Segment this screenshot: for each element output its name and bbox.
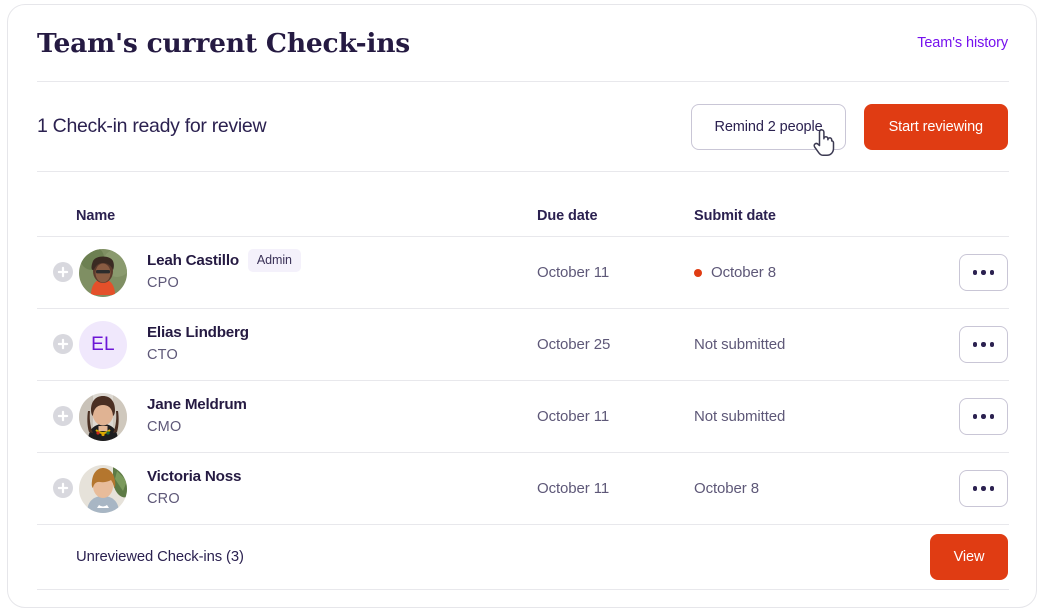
more-options-icon xyxy=(981,486,986,491)
start-reviewing-button[interactable]: Start reviewing xyxy=(863,103,1008,150)
subheader-actions: Remind 2 people Start reviewing xyxy=(691,103,1008,150)
person-name: Leah Castillo xyxy=(147,251,239,269)
review-count-label: 1 Check-in ready for review xyxy=(37,115,267,137)
cell-submit-date: Not submitted xyxy=(694,336,785,353)
table-row[interactable]: Jane Meldrum CMO October 11 Not submitte… xyxy=(8,380,1036,452)
person-name-line: Victoria Noss xyxy=(147,466,241,486)
submit-date-text: October 8 xyxy=(711,264,776,281)
more-options-icon xyxy=(989,270,995,275)
cell-submit-date: October 8 xyxy=(694,264,776,281)
person-info: Victoria Noss CRO xyxy=(147,466,241,508)
avatar xyxy=(79,465,127,513)
more-options-icon xyxy=(989,342,995,347)
cell-due-date: October 25 xyxy=(537,336,611,353)
person-role: CPO xyxy=(147,275,180,291)
remind-people-button[interactable]: Remind 2 people xyxy=(691,103,846,150)
avatar xyxy=(79,249,127,297)
person-name: Elias Lindberg xyxy=(147,323,249,341)
card-footer: Unreviewed Check-ins (3) View xyxy=(8,524,1036,589)
avatar xyxy=(79,393,127,441)
table-row[interactable]: Victoria Noss CRO October 11 October 8 xyxy=(8,452,1036,524)
plus-circle-icon[interactable] xyxy=(53,334,73,354)
unreviewed-checkins-label: Unreviewed Check-ins (3) xyxy=(76,548,244,565)
avatar: EL xyxy=(79,321,127,369)
person-name-line: Leah Castillo Admin xyxy=(147,248,301,272)
person-role: CRO xyxy=(147,491,180,507)
table-header: Name Due date Submit date xyxy=(8,172,1036,236)
cell-submit-date: October 8 xyxy=(694,480,759,497)
divider-footer xyxy=(37,589,1009,590)
more-options-icon xyxy=(972,414,978,419)
plus-circle-icon[interactable] xyxy=(53,478,73,498)
cell-due-date: October 11 xyxy=(537,480,610,497)
team-history-link[interactable]: Team's history xyxy=(917,35,1008,51)
column-header-name: Name xyxy=(76,208,116,224)
person-name-line: Elias Lindberg xyxy=(147,322,249,342)
subheader-bar: 1 Check-in ready for review Remind 2 peo… xyxy=(8,82,1036,171)
more-options-button[interactable] xyxy=(959,470,1008,507)
person-name: Jane Meldrum xyxy=(147,395,247,413)
more-options-icon xyxy=(989,414,995,419)
checkins-card: Team's current Check-ins Team's history … xyxy=(7,4,1037,608)
person-name: Victoria Noss xyxy=(147,467,242,485)
table-row[interactable]: EL Elias Lindberg CTO October 25 Not sub… xyxy=(8,308,1036,380)
person-info: Leah Castillo Admin CPO xyxy=(147,248,301,291)
plus-circle-icon[interactable] xyxy=(53,262,73,282)
role-badge: Admin xyxy=(247,248,301,272)
plus-circle-icon[interactable] xyxy=(53,406,73,426)
person-info: Elias Lindberg CTO xyxy=(147,322,249,364)
cell-due-date: October 11 xyxy=(537,408,610,425)
more-options-icon xyxy=(972,270,978,275)
person-name-line: Jane Meldrum xyxy=(147,394,247,414)
more-options-icon xyxy=(981,414,986,419)
submit-date-text: Not submitted xyxy=(694,408,786,425)
submit-date-text: October 8 xyxy=(694,480,759,497)
view-button[interactable]: View xyxy=(930,533,1008,580)
card-header: Team's current Check-ins Team's history xyxy=(8,5,1036,81)
person-info: Jane Meldrum CMO xyxy=(147,394,247,436)
person-role: CMO xyxy=(147,419,182,435)
person-role: CTO xyxy=(147,347,178,363)
more-options-button[interactable] xyxy=(959,398,1008,435)
status-dot xyxy=(694,268,702,277)
more-options-icon xyxy=(981,270,986,275)
cell-submit-date: Not submitted xyxy=(694,408,785,425)
more-options-icon xyxy=(981,342,986,347)
more-options-icon xyxy=(972,342,978,347)
column-header-due-date: Due date xyxy=(537,208,598,224)
page-title: Team's current Check-ins xyxy=(37,27,411,59)
more-options-icon xyxy=(972,486,978,491)
table-row[interactable]: Leah Castillo Admin CPO October 11 Octob… xyxy=(8,236,1036,308)
column-header-submit-date: Submit date xyxy=(694,208,776,224)
more-options-button[interactable] xyxy=(959,254,1008,291)
more-options-icon xyxy=(989,486,995,491)
more-options-button[interactable] xyxy=(959,326,1008,363)
submit-date-text: Not submitted xyxy=(694,336,786,353)
cell-due-date: October 11 xyxy=(537,264,610,281)
